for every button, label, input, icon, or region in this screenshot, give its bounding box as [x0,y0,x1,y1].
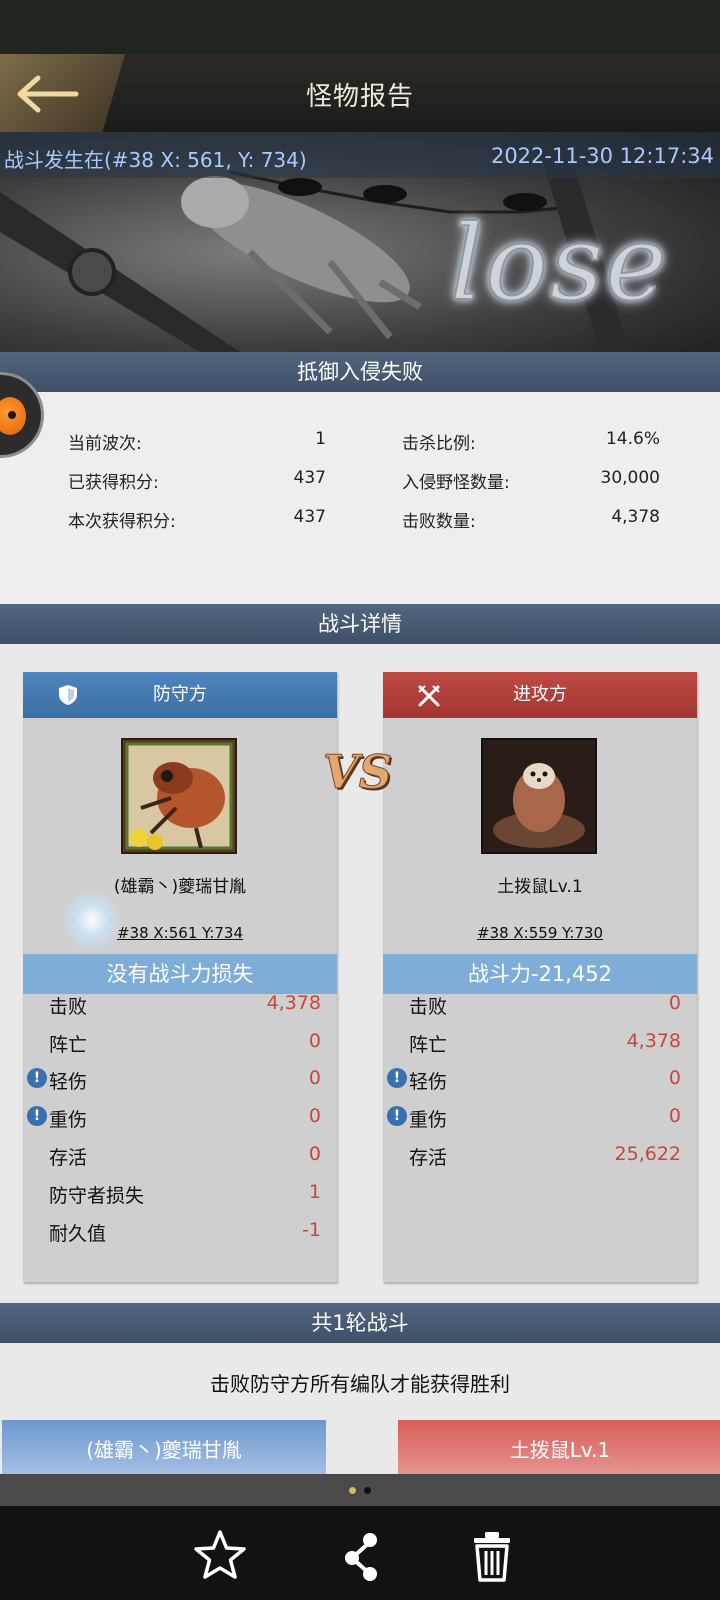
attacker-name: 土拨鼠Lv.1 [497,877,583,897]
defender-card: 防守方 (雄霸丶)夔瑞甘胤 #38 X:561 Y:734 没有战斗力损失 击败… [23,672,337,1282]
attacker-header: 进攻方 [383,672,697,718]
attacker-row-heavy-label: 重伤 [409,1109,448,1131]
attacker-row-defeated-label: 击败 [409,996,448,1018]
attacker-portrait[interactable] [481,738,597,854]
stat-kill-ratio-value: 14.6% [605,429,660,449]
victory-condition-text: 击败防守方所有编队才能获得胜利 [210,1372,510,1396]
battle-timestamp: 2022-11-30 12:17:34 [490,144,714,168]
defender-portrait[interactable] [121,738,237,854]
stat-defeated-value: 4,378 [611,507,660,527]
page-indicator [0,1474,720,1506]
attacker-row-killed-label: 阵亡 [409,1034,448,1056]
crossed-swords-icon [418,685,440,707]
attacker-row-heavy-value: 0 [668,1105,681,1127]
defender-row-durability-value: -1 [302,1219,321,1241]
stat-gained-points-value: 437 [293,507,326,527]
stat-invaders-label: 入侵野怪数量: [402,473,510,493]
share-icon[interactable] [332,1528,388,1584]
status-bar [0,0,720,54]
shield-icon [59,685,77,705]
heavy-wound-info-icon[interactable]: ! [387,1106,407,1126]
stat-gained-points-label: 本次获得积分: [68,512,176,532]
bottom-action-bar [0,1506,720,1600]
stat-wave-label: 当前波次: [68,434,142,454]
defender-row-defeated-label: 击败 [49,996,88,1018]
defender-row-survived-label: 存活 [49,1147,88,1169]
stat-defeated-label: 击败数量: [402,512,476,532]
defender-row-durability-label: 耐久值 [49,1223,107,1245]
attacker-row-survived-value: 25,622 [614,1143,681,1165]
defender-row-defeated-value: 4,378 [266,992,321,1014]
stat-kill-ratio-label: 击杀比例: [402,434,476,454]
defender-row-loss-value: 1 [308,1181,321,1203]
defender-header: 防守方 [23,672,337,718]
touch-glow-effect [60,888,124,952]
attacker-row-defeated-value: 0 [668,992,681,1014]
defender-name: (雄霸丶)夔瑞甘胤 [113,877,247,897]
battle-banner: 战斗发生在(#38 X: 561, Y: 734) 2022-11-30 12:… [0,132,720,352]
round-attacker-tab[interactable]: 土拨鼠Lv.1 [398,1420,720,1480]
attacker-row-killed-value: 4,378 [626,1030,681,1052]
attacker-power-bar: 战斗力-21,452 [383,954,697,994]
defender-row-killed-label: 阵亡 [49,1034,88,1056]
assistant-eye [8,411,16,419]
stat-wave-value: 1 [315,429,326,449]
defender-row-survived-value: 0 [308,1143,321,1165]
defender-row-light-value: 0 [308,1067,321,1089]
heavy-wound-info-icon[interactable]: ! [27,1106,47,1126]
attacker-coords-link[interactable]: #38 X:559 Y:730 [383,924,697,942]
page-dot-active [349,1487,356,1494]
attacker-card: 进攻方 土拨鼠Lv.1 #38 X:559 Y:730 战斗力-21,452 击… [383,672,697,1282]
detail-section-title: 战斗详情 [0,604,720,644]
vs-emblem: VS [323,745,393,800]
defender-header-label: 防守方 [153,684,207,705]
star-icon[interactable] [192,1528,248,1584]
stat-invaders-value: 30,000 [600,468,660,488]
light-wound-info-icon[interactable]: ! [27,1068,47,1088]
header: 怪物报告 [0,54,720,132]
defender-row-killed-value: 0 [308,1030,321,1052]
stat-total-points-label: 已获得积分: [68,473,159,493]
light-wound-info-icon[interactable]: ! [387,1068,407,1088]
defender-row-heavy-value: 0 [308,1105,321,1127]
round-defender-tab[interactable]: (雄霸丶)夔瑞甘胤 [2,1420,326,1480]
defender-row-loss-label: 防守者损失 [49,1185,145,1207]
page-dot [364,1487,371,1494]
attacker-row-light-value: 0 [668,1067,681,1089]
stats-panel [0,392,720,604]
defender-row-heavy-label: 重伤 [49,1109,88,1131]
result-section-title: 抵御入侵失败 [0,352,720,392]
lose-result-art: lose [449,201,669,325]
attacker-row-light-label: 轻伤 [409,1071,448,1093]
attacker-header-label: 进攻方 [513,684,567,705]
attacker-row-survived-label: 存活 [409,1147,448,1169]
page-title: 怪物报告 [305,82,414,112]
monster-report-screen: 怪物报告 战斗发生在(#38 X: 561, Y: 734) 2022-11-3… [0,0,720,1600]
stat-total-points-value: 437 [293,468,326,488]
defender-power-bar: 没有战斗力损失 [23,954,337,994]
trash-icon[interactable] [464,1528,520,1584]
battle-location-link[interactable]: 战斗发生在(#38 X: 561, Y: 734) [4,144,307,173]
rounds-section-title: 共1轮战斗 [0,1303,720,1343]
defender-row-light-label: 轻伤 [49,1071,88,1093]
